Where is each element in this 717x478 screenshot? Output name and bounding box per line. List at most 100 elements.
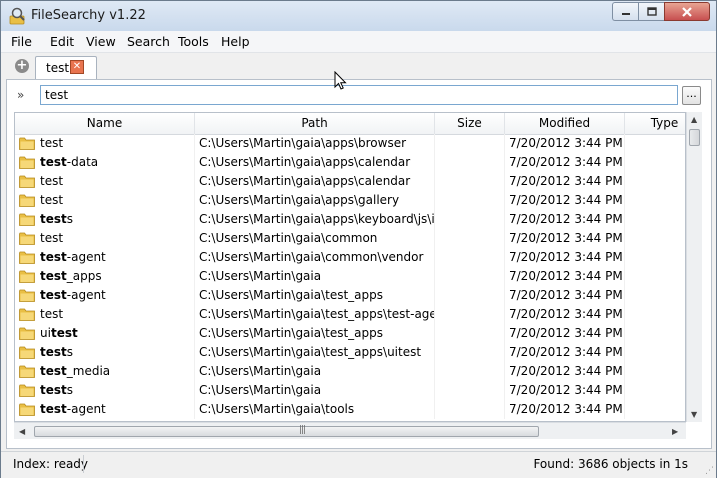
modified-cell: 7/20/2012 3:44 PM <box>505 324 625 343</box>
folder-icon <box>19 251 35 264</box>
name-cell: test-agent <box>15 400 195 419</box>
scroll-right-icon[interactable]: ▶ <box>672 427 678 436</box>
file-name: test <box>40 305 63 324</box>
type-cell <box>625 210 685 229</box>
table-row[interactable]: uitest C:\Users\Martin\gaia\test_apps 7/20… <box>15 324 685 343</box>
file-name: test-agent <box>40 400 106 419</box>
folder-icon <box>19 308 35 321</box>
maximize-icon <box>646 7 657 16</box>
file-name: test <box>40 134 63 153</box>
table-row[interactable]: test-agent C:\Users\Martin\gaia\test_apps… <box>15 286 685 305</box>
table-row[interactable]: tests C:\Users\Martin\gaia\apps\keyboard\… <box>15 210 685 229</box>
name-cell: test <box>15 191 195 210</box>
close-window-button[interactable] <box>664 2 710 21</box>
grip-icon: ||| <box>299 425 306 435</box>
minimize-button[interactable] <box>612 2 638 21</box>
file-name: test <box>40 229 63 248</box>
folder-icon <box>19 289 35 302</box>
modified-cell: 7/20/2012 3:44 PM <box>505 229 625 248</box>
path-cell: C:\Users\Martin\gaia\apps\calendar <box>195 153 435 172</box>
modified-cell: 7/20/2012 3:44 PM <box>505 172 625 191</box>
type-cell <box>625 248 685 267</box>
vertical-scroll-thumb[interactable] <box>689 129 700 146</box>
menu-view[interactable]: View <box>86 34 116 49</box>
menu-tools[interactable]: Tools <box>178 34 209 49</box>
file-name: tests <box>40 381 73 400</box>
size-cell <box>435 324 505 343</box>
scroll-up-icon[interactable]: ▲ <box>691 115 697 124</box>
table-row[interactable]: test C:\Users\Martin\gaia\test_apps\test-… <box>15 305 685 324</box>
column-header-path[interactable]: Path <box>195 113 435 134</box>
horizontal-scrollbar[interactable]: ◀ ||| ▶ <box>14 422 686 439</box>
table-row[interactable]: test C:\Users\Martin\gaia\apps\gallery 7/2… <box>15 191 685 210</box>
menu-help[interactable]: Help <box>221 34 250 49</box>
size-cell <box>435 172 505 191</box>
table-row[interactable]: test_media C:\Users\Martin\gaia 7/20/2012 … <box>15 362 685 381</box>
modified-cell: 7/20/2012 3:44 PM <box>505 400 625 419</box>
folder-icon <box>19 346 35 359</box>
title-bar[interactable]: FileSearchy v1.22 <box>1 1 716 31</box>
name-match: test <box>50 326 78 340</box>
size-cell <box>435 210 505 229</box>
modified-cell: 7/20/2012 3:44 PM <box>505 362 625 381</box>
plus-circle-icon[interactable]: + <box>15 59 29 73</box>
name-suffix: test <box>40 136 64 150</box>
table-header: Name Path Size Modified Type <box>15 113 685 135</box>
modified-cell: 7/20/2012 3:44 PM <box>505 381 625 400</box>
table-row[interactable]: test-data C:\Users\Martin\gaia\apps\calen… <box>15 153 685 172</box>
table-row[interactable]: test_apps C:\Users\Martin\gaia 7/20/2012 3… <box>15 267 685 286</box>
search-input[interactable] <box>40 85 678 105</box>
table-row[interactable]: tests C:\Users\Martin\gaia\test_apps\uite… <box>15 343 685 362</box>
menu-file[interactable]: File <box>11 34 32 49</box>
column-header-name[interactable]: Name <box>15 113 195 134</box>
resize-grip-icon[interactable]: ⋰ <box>705 466 714 476</box>
size-cell <box>435 134 505 153</box>
status-divider <box>83 455 84 473</box>
results-count: Found: 3686 objects in 1s <box>533 457 688 471</box>
table-row[interactable]: test-agent C:\Users\Martin\gaia\common\ve… <box>15 248 685 267</box>
type-cell <box>625 305 685 324</box>
chevron-double-right-icon[interactable]: » <box>17 88 24 102</box>
size-cell <box>435 153 505 172</box>
modified-cell: 7/20/2012 3:44 PM <box>505 191 625 210</box>
modified-cell: 7/20/2012 3:44 PM <box>505 267 625 286</box>
name-cell: uitest <box>15 324 195 343</box>
app-window: FileSearchy v1.22 File Edit View Search … <box>0 0 717 478</box>
table-row[interactable]: test C:\Users\Martin\gaia\apps\browser 7/2… <box>15 134 685 153</box>
name-cell: test-agent <box>15 286 195 305</box>
table-row[interactable]: tests C:\Users\Martin\gaia 7/20/2012 3:44 … <box>15 381 685 400</box>
column-header-size[interactable]: Size <box>435 113 505 134</box>
name-cell: test <box>15 305 195 324</box>
minimize-icon <box>621 12 630 15</box>
name-match: test <box>40 288 67 302</box>
name-cell: test <box>15 134 195 153</box>
table-row[interactable]: test C:\Users\Martin\gaia\apps\calendar 7/… <box>15 172 685 191</box>
vertical-scrollbar[interactable]: ▲ ▼ <box>686 112 702 422</box>
scroll-left-icon[interactable]: ◀ <box>19 427 25 436</box>
magnifier-folder-icon <box>9 7 25 25</box>
horizontal-scroll-thumb[interactable]: ||| <box>34 425 539 437</box>
table-row[interactable]: test C:\Users\Martin\gaia\common 7/20/2012… <box>15 229 685 248</box>
file-name: tests <box>40 210 73 229</box>
name-suffix: s <box>66 212 74 226</box>
modified-cell: 7/20/2012 3:44 PM <box>505 305 625 324</box>
name-suffix: s <box>66 345 74 359</box>
path-cell: C:\Users\Martin\gaia\test_apps\test-agen… <box>195 305 435 324</box>
menu-search[interactable]: Search <box>127 34 170 49</box>
scroll-down-icon[interactable]: ▼ <box>691 410 697 419</box>
window-controls <box>612 2 710 21</box>
tab-test[interactable]: test ✕ <box>35 56 97 80</box>
column-header-type[interactable]: Type <box>625 113 685 134</box>
table-row[interactable]: test-agent C:\Users\Martin\gaia\tools 7/20… <box>15 400 685 419</box>
maximize-button[interactable] <box>638 2 664 21</box>
folder-icon <box>19 365 35 378</box>
type-cell <box>625 267 685 286</box>
path-cell: C:\Users\Martin\gaia <box>195 267 435 286</box>
folder-icon <box>19 175 35 188</box>
name-suffix: -data <box>66 155 99 169</box>
name-suffix: test <box>40 193 64 207</box>
close-icon[interactable]: ✕ <box>70 60 84 74</box>
browse-button[interactable]: ... <box>682 86 701 105</box>
column-header-modified[interactable]: Modified <box>505 113 625 134</box>
menu-edit[interactable]: Edit <box>50 34 74 49</box>
